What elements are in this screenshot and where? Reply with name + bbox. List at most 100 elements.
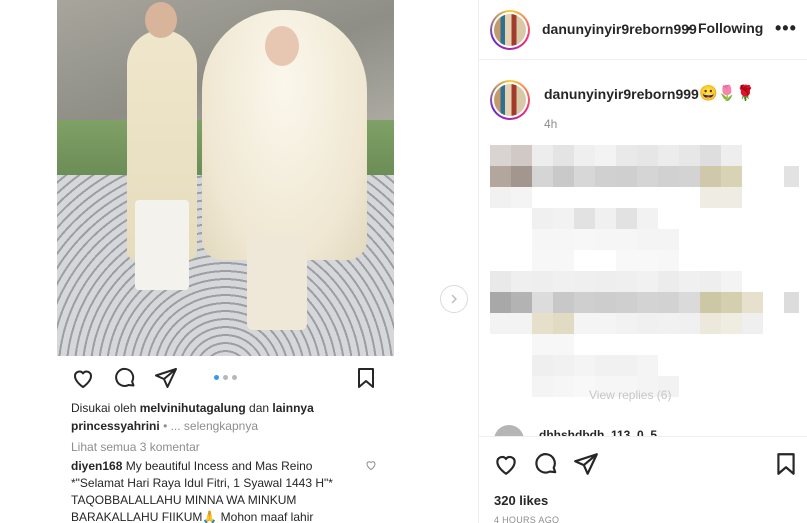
pixel-block	[721, 292, 742, 313]
pixel-block	[637, 250, 658, 271]
pixel-block	[511, 187, 532, 208]
pixel-block	[553, 376, 574, 397]
comment-icon	[115, 367, 135, 387]
pixel-block	[616, 208, 637, 229]
pixel-block	[532, 292, 553, 313]
pixel-block	[700, 271, 721, 292]
caption-username[interactable]: danunyinyir9reborn999	[544, 86, 699, 102]
pixel-block	[595, 313, 616, 334]
pixel-block	[637, 292, 658, 313]
chevron-right-icon	[451, 294, 457, 304]
pixel-block	[721, 166, 742, 187]
man-head	[145, 2, 177, 38]
pixel-block	[658, 229, 679, 250]
pixel-block	[511, 292, 532, 313]
avatar[interactable]	[490, 10, 530, 50]
pixel-block	[721, 271, 742, 292]
header-username[interactable]: danunyinyir9reborn999	[542, 21, 697, 37]
pixel-block	[700, 145, 721, 166]
pixel-block	[511, 166, 532, 187]
pixel-block	[553, 355, 574, 376]
pixel-block	[700, 187, 721, 208]
pixel-block	[679, 271, 700, 292]
pixel-block	[595, 355, 616, 376]
likes-prefix: Disukai oleh	[71, 401, 140, 415]
comment-text-1: My beautiful Incess and Mas Reino	[122, 459, 313, 473]
pixel-block	[532, 334, 553, 355]
pixel-block	[595, 208, 616, 229]
likes-user: melvinihutagalung	[139, 401, 246, 415]
comment-user: diyen168	[71, 459, 123, 473]
pixel-block	[490, 145, 511, 166]
likes-count[interactable]: 320 likes	[494, 493, 548, 508]
pixel-block	[532, 229, 553, 250]
pixel-block	[679, 313, 700, 334]
pixel-block	[574, 145, 595, 166]
bookmark-icon	[358, 368, 374, 388]
caption-avatar[interactable]	[490, 80, 530, 120]
screenshot-view-comments: Lihat semua 3 komentar	[71, 440, 200, 454]
pixel-block	[679, 292, 700, 313]
pixel-block	[595, 229, 616, 250]
pixel-block	[616, 229, 637, 250]
pixel-block	[616, 313, 637, 334]
pixel-block	[784, 166, 799, 187]
comment-heart-icon	[366, 461, 376, 471]
pixel-block	[595, 166, 616, 187]
pixel-block	[553, 334, 574, 355]
pixel-block	[637, 229, 658, 250]
action-bar	[479, 436, 807, 492]
more-icon[interactable]: •••	[775, 19, 797, 37]
woman-face	[265, 26, 299, 66]
pixel-block	[532, 250, 553, 271]
pixel-block	[742, 313, 763, 334]
header-dot: •	[686, 20, 691, 36]
pixel-block	[595, 145, 616, 166]
screenshot-comment-line1: diyen168 My beautiful Incess and Mas Rei…	[71, 458, 391, 474]
pixel-block	[637, 166, 658, 187]
caption-user: princessyahrini	[71, 419, 160, 433]
heart-icon	[73, 370, 93, 389]
send-icon	[155, 368, 177, 388]
pixel-block	[553, 208, 574, 229]
like-button[interactable]	[493, 451, 519, 477]
caption-more: • ... selengkapnya	[163, 419, 258, 433]
screenshot-comment-line2: *"Selamat Hari Raya Idul Fitri, 1 Syawal…	[71, 476, 333, 490]
pixel-block	[721, 313, 742, 334]
pixel-block	[574, 313, 595, 334]
caption-avatar-image	[494, 84, 526, 116]
pixel-block	[490, 271, 511, 292]
likes-others: lainnya	[272, 401, 314, 415]
pixel-block	[658, 166, 679, 187]
post-details: danunyinyir9reborn999 • Following ••• da…	[479, 0, 807, 523]
screenshot-likes-line: Disukai oleh melvinihutagalung dan lainn…	[71, 400, 391, 416]
pixel-block	[700, 166, 721, 187]
pixel-block	[532, 313, 553, 334]
pixel-block	[511, 271, 532, 292]
pixel-block	[553, 145, 574, 166]
pixel-block	[490, 166, 511, 187]
pixel-block	[637, 313, 658, 334]
view-replies-link[interactable]: View replies (6)	[589, 388, 671, 402]
pixel-block	[490, 313, 511, 334]
likes-mid: dan	[245, 401, 273, 415]
pixel-block	[532, 166, 553, 187]
post-header: danunyinyir9reborn999 • Following •••	[479, 0, 807, 60]
pixel-block	[574, 271, 595, 292]
pixel-block	[553, 166, 574, 187]
pixel-block	[784, 292, 799, 313]
pixel-block	[637, 271, 658, 292]
pixel-block	[532, 271, 553, 292]
save-button[interactable]	[773, 451, 799, 477]
pixel-block	[595, 271, 616, 292]
following-button[interactable]: Following	[698, 20, 763, 36]
pixel-block	[637, 208, 658, 229]
pixel-block	[553, 250, 574, 271]
comment-button[interactable]	[533, 451, 559, 477]
pixel-block	[532, 355, 553, 376]
share-button[interactable]	[573, 451, 599, 477]
caption-emoji: 😀🌷🌹	[699, 85, 756, 102]
pixel-block	[574, 166, 595, 187]
pixel-block	[616, 250, 637, 271]
carousel-next-button[interactable]	[440, 285, 468, 313]
